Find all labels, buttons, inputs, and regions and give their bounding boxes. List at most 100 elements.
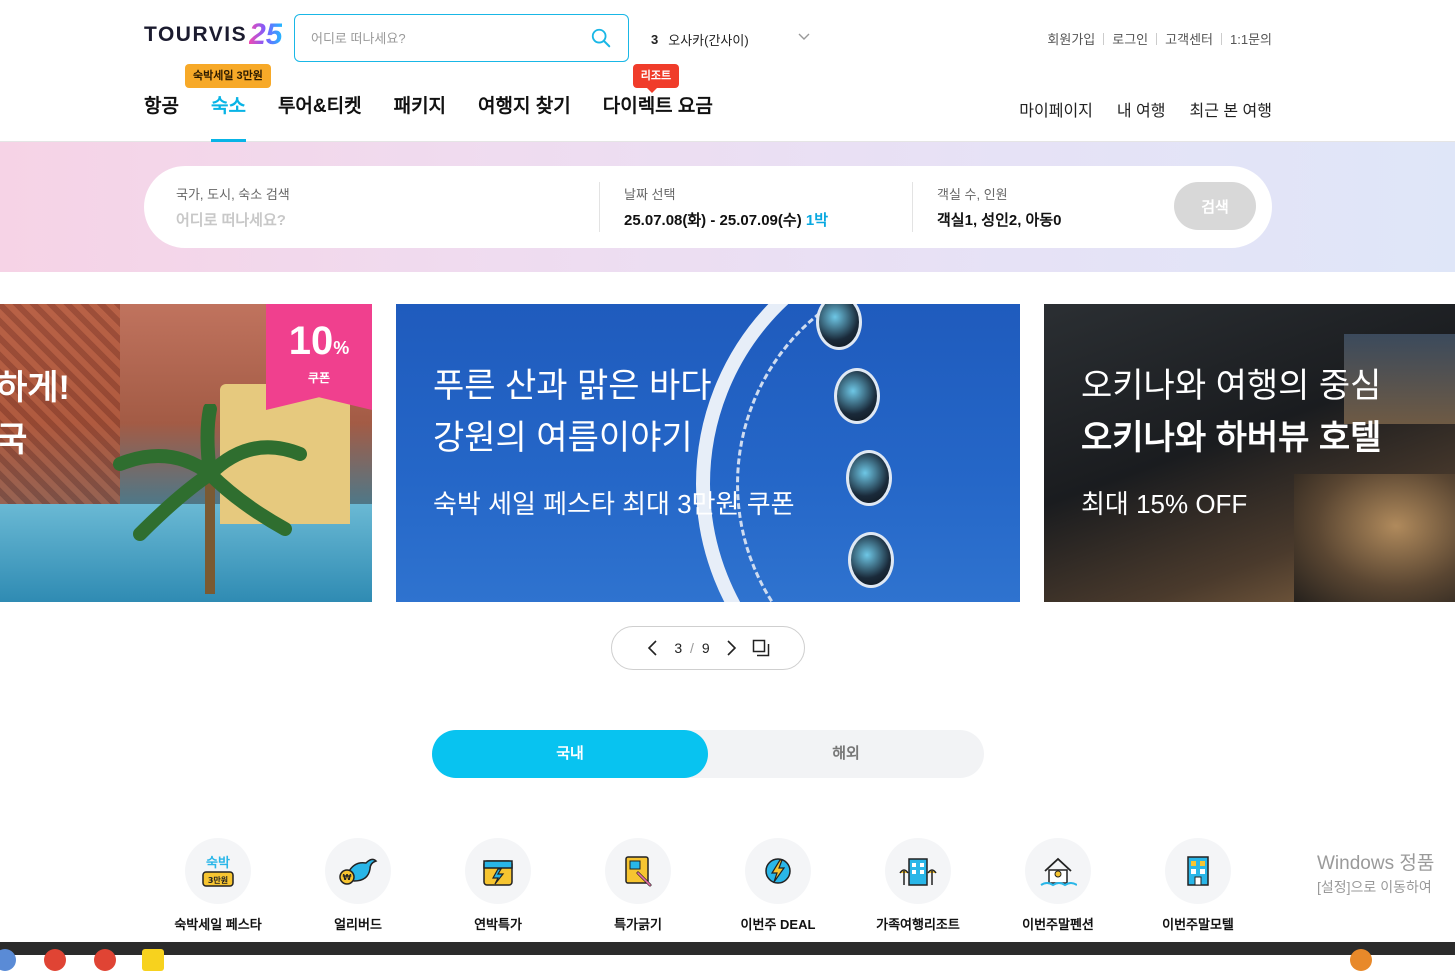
my-trips-link[interactable]: 내 여행 — [1117, 97, 1166, 121]
trending-keyword[interactable]: 3 오사카(간사이) — [651, 28, 811, 50]
svg-text:3만원: 3만원 — [208, 875, 228, 885]
banner-1-line-1: 하게! — [0, 369, 70, 407]
nav-stay[interactable]: 숙박세일 3만원 숙소 — [184, 64, 271, 142]
os-taskbar — [0, 942, 1455, 971]
user-nav: 마이페이지 내 여행 최근 본 여행 — [1019, 97, 1272, 121]
stay-search-band: 국가, 도시, 숙소 검색 어디로 떠나세요? 날짜 선택 25.07.08(화… — [0, 142, 1455, 272]
divider — [1103, 32, 1105, 45]
bird-icon: ₩ — [339, 858, 378, 885]
nav-flight[interactable]: 항공 — [144, 94, 179, 142]
category-sale-festa[interactable]: 숙박 3만원 숙박세일 페스타 — [148, 838, 288, 933]
category-label: 이번주말펜션 — [1022, 917, 1094, 932]
promo-banner-2[interactable]: 푸른 산과 맑은 바다 강원의 여름이야기 숙박 세일 페스타 최대 3만원 쿠… — [396, 304, 1020, 602]
nav-package[interactable]: 패키지 — [394, 94, 446, 142]
banner-3-line-2: 오키나와 하버뷰 호텔 — [1081, 419, 1382, 457]
category-weekend-pension[interactable]: 이번주말펜션 — [988, 838, 1128, 933]
destination-placeholder: 어디로 떠나세요? — [176, 212, 286, 229]
nav-destination-finder[interactable]: 여행지 찾기 — [478, 94, 571, 142]
pension-icon — [1040, 857, 1077, 887]
gondola-image — [846, 450, 892, 506]
destination-label: 국가, 도시, 숙소 검색 — [176, 187, 290, 202]
banner-3-line-1: 오키나와 여행의 중심 — [1081, 367, 1382, 405]
category-icon-wrap — [1165, 838, 1231, 904]
site-header: TOURVIS 25 3 오사카(간사이) 회원가입 로그인 고객센터 1:1문… — [0, 0, 1455, 142]
category-icon-wrap: 숙박 3만원 — [185, 838, 251, 904]
nav-direct-fare[interactable]: 리조트 다이렉트 요금 — [602, 64, 713, 142]
taskbar-app-icon[interactable] — [0, 949, 16, 971]
stay-search-box: 국가, 도시, 숙소 검색 어디로 떠나세요? 날짜 선택 25.07.08(화… — [144, 166, 1272, 248]
coupon-percent: 10 — [288, 319, 334, 363]
category-icon-wrap — [745, 838, 811, 904]
banner-2-text: 푸른 산과 맑은 바다 강원의 여름이야기 숙박 세일 페스타 최대 3만원 쿠… — [433, 360, 795, 521]
svg-text:숙박: 숙박 — [206, 855, 230, 871]
banner-2-line-1: 푸른 산과 맑은 바다 — [433, 367, 712, 405]
chevron-down-icon[interactable] — [797, 30, 811, 44]
category-scratch-deal[interactable]: 특가긁기 — [568, 838, 708, 933]
banner-pager: 3 / 9 — [611, 626, 805, 670]
taskbar-tray-icon[interactable] — [1350, 949, 1372, 971]
logo-text: TOURVIS — [144, 23, 248, 46]
inquiry-link[interactable]: 1:1문의 — [1230, 29, 1272, 48]
tourvis-logo[interactable]: TOURVIS 25 — [144, 18, 283, 51]
taskbar-kakao-icon[interactable] — [142, 949, 164, 971]
search-icon[interactable] — [590, 27, 612, 49]
chevron-right-icon[interactable] — [724, 640, 738, 656]
category-long-stay[interactable]: 연박특가 — [428, 838, 568, 933]
main-nav: 항공 숙박세일 3만원 숙소 투어&티켓 패키지 여행지 찾기 리조트 다이렉트… — [144, 64, 745, 142]
header-search-box[interactable] — [294, 14, 629, 62]
nav-direct-fare-label: 다이렉트 요금 — [602, 96, 713, 117]
guests-field[interactable]: 객실 수, 인원 객실1, 성인2, 아동0 — [937, 184, 1157, 230]
category-label: 연박특가 — [474, 917, 522, 932]
category-early-bird[interactable]: ₩ 얼리버드 — [288, 838, 428, 933]
category-label: 얼리버드 — [334, 917, 382, 932]
banner-2-line-2: 강원의 여름이야기 — [433, 419, 693, 457]
windows-activation-watermark: Windows 정품 [설정]으로 이동하여 — [1317, 848, 1434, 897]
view-all-icon[interactable] — [752, 639, 770, 657]
lightning-icon — [765, 858, 791, 884]
trending-rank: 3 — [651, 31, 659, 47]
category-weekend-motel[interactable]: 이번주말모텔 — [1128, 838, 1268, 933]
logo-anniversary-number: 25 — [249, 18, 283, 51]
nav-stay-badge: 숙박세일 3만원 — [184, 64, 271, 88]
sale-ticket-icon: 숙박 3만원 — [202, 855, 234, 887]
trending-keyword-text: 오사카(간사이) — [668, 32, 749, 48]
nav-tour-ticket[interactable]: 투어&티켓 — [278, 94, 362, 142]
guests-label: 객실 수, 인원 — [937, 187, 1008, 202]
promo-banner-3[interactable]: 오키나와 여행의 중심 오키나와 하버뷰 호텔 최대 15% OFF — [1044, 304, 1455, 602]
overseas-tab[interactable]: 해외 — [708, 730, 984, 778]
customer-center-link[interactable]: 고객센터 — [1165, 29, 1213, 48]
chevron-left-icon[interactable] — [646, 640, 660, 656]
palm-tree-image — [113, 404, 307, 594]
header-search-input[interactable] — [311, 30, 590, 46]
pager-current: 3 — [674, 640, 683, 656]
category-label: 이번주말모텔 — [1162, 917, 1234, 932]
category-weekly-deal[interactable]: 이번주 DEAL — [708, 838, 848, 933]
taskbar-chrome-icon[interactable] — [44, 949, 66, 971]
category-family-resort[interactable]: 가족여행리조트 — [848, 838, 988, 933]
signup-link[interactable]: 회원가입 — [1047, 29, 1095, 48]
divider — [1221, 32, 1222, 45]
nav-tour-ticket-label: 투어&티켓 — [277, 96, 362, 117]
date-label: 날짜 선택 — [624, 187, 676, 202]
login-link[interactable]: 로그인 — [1112, 29, 1148, 48]
destination-field[interactable]: 국가, 도시, 숙소 검색 어디로 떠나세요? — [176, 184, 596, 230]
mypage-link[interactable]: 마이페이지 — [1019, 97, 1093, 121]
pager-separator: / — [690, 640, 694, 656]
promo-banner-1[interactable]: 하게! 국 10% 쿠폰 — [0, 304, 372, 602]
category-icon-wrap — [605, 838, 671, 904]
taskbar-chrome-icon[interactable] — [94, 949, 116, 971]
date-field[interactable]: 날짜 선택 25.07.08(화) - 25.07.09(수) 1박 — [624, 184, 884, 230]
recently-viewed-link[interactable]: 최근 본 여행 — [1190, 97, 1273, 121]
category-label: 특가긁기 — [614, 917, 662, 932]
category-icon-wrap: ₩ — [325, 838, 391, 904]
search-button[interactable]: 검색 — [1174, 182, 1256, 230]
date-value: 25.07.08(화) - 25.07.09(수) — [624, 212, 802, 229]
motel-icon — [1187, 856, 1209, 886]
category-icon-wrap — [885, 838, 951, 904]
category-label: 숙박세일 페스타 — [174, 917, 262, 932]
nav-package-label: 패키지 — [393, 96, 447, 117]
domestic-tab[interactable]: 국내 — [432, 730, 708, 778]
nav-direct-fare-badge: 리조트 — [632, 64, 680, 93]
gondola-image — [834, 368, 880, 424]
resort-icon — [899, 858, 937, 886]
